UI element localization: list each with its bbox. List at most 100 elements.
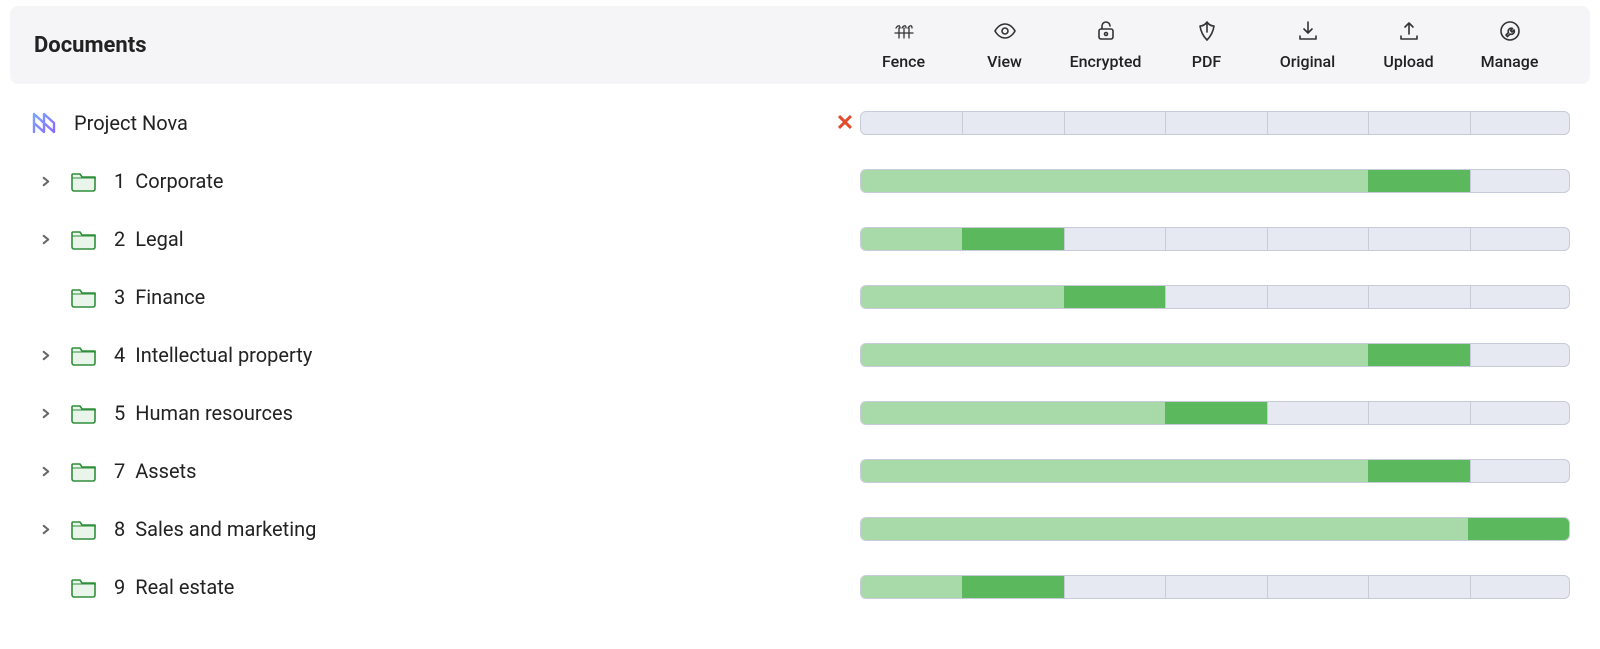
item-name[interactable]: 5 Human resources bbox=[114, 401, 293, 425]
expand-toggle[interactable] bbox=[36, 346, 54, 364]
upload-tray-icon bbox=[1397, 19, 1421, 48]
item-label: Real estate bbox=[135, 575, 234, 599]
perm-segment-light bbox=[861, 576, 962, 598]
tree-row[interactable]: 9 Real estate bbox=[10, 558, 1590, 616]
expand-toggle[interactable] bbox=[36, 404, 54, 422]
item-label: Intellectual property bbox=[135, 343, 312, 367]
item-name[interactable]: 4 Intellectual property bbox=[114, 343, 312, 367]
perm-segment-light bbox=[861, 518, 1468, 540]
perm-segment-dark bbox=[1165, 402, 1266, 424]
tree-row[interactable]: 3 Finance bbox=[10, 268, 1590, 326]
column-label: Original bbox=[1280, 52, 1336, 71]
perm-segment-dark bbox=[962, 576, 1063, 598]
folder-icon bbox=[70, 283, 98, 311]
perm-segment-light bbox=[861, 228, 962, 250]
folder-icon bbox=[70, 399, 98, 427]
folder-icon bbox=[70, 573, 98, 601]
tree-row[interactable]: 7 Assets bbox=[10, 442, 1590, 500]
item-name[interactable]: 1 Corporate bbox=[114, 169, 224, 193]
perm-segment-dark bbox=[1368, 460, 1469, 482]
column-original[interactable]: Original bbox=[1257, 19, 1358, 71]
permission-bar[interactable] bbox=[860, 227, 1570, 251]
item-label: Finance bbox=[135, 285, 205, 309]
wrench-icon bbox=[1498, 19, 1522, 48]
permission-bar[interactable] bbox=[860, 285, 1570, 309]
download-tray-icon bbox=[1296, 19, 1320, 48]
item-number: 4 bbox=[114, 343, 125, 367]
perm-segment-dark bbox=[962, 228, 1063, 250]
column-encrypted[interactable]: Encrypted bbox=[1055, 19, 1156, 71]
perm-segment-light bbox=[861, 286, 1064, 308]
item-label: Human resources bbox=[135, 401, 293, 425]
documents-header: Documents Fence View Encrypted PDF bbox=[10, 6, 1590, 84]
project-logo-icon bbox=[30, 109, 58, 137]
column-label: View bbox=[987, 52, 1022, 71]
perm-segment-dark bbox=[1368, 344, 1469, 366]
item-number: 3 bbox=[114, 285, 125, 309]
folder-icon bbox=[70, 457, 98, 485]
item-number: 7 bbox=[114, 459, 125, 483]
fence-icon bbox=[892, 19, 916, 48]
item-name[interactable]: 8 Sales and marketing bbox=[114, 517, 316, 541]
lock-icon bbox=[1094, 19, 1118, 48]
item-name[interactable]: 3 Finance bbox=[114, 285, 205, 309]
item-label: Sales and marketing bbox=[135, 517, 316, 541]
item-label: Legal bbox=[135, 227, 183, 251]
expand-toggle[interactable] bbox=[36, 462, 54, 480]
column-label: Upload bbox=[1383, 52, 1433, 71]
item-name[interactable]: 9 Real estate bbox=[114, 575, 234, 599]
tree-row[interactable]: 4 Intellectual property bbox=[10, 326, 1590, 384]
column-label: PDF bbox=[1192, 52, 1221, 71]
permission-bar[interactable] bbox=[860, 517, 1570, 541]
item-label: Corporate bbox=[135, 169, 223, 193]
perm-segment-light bbox=[861, 170, 1368, 192]
permission-bar[interactable] bbox=[860, 111, 1570, 135]
column-label: Encrypted bbox=[1070, 52, 1142, 71]
page-title: Documents bbox=[20, 33, 147, 58]
permission-bar[interactable] bbox=[860, 459, 1570, 483]
perm-segment-light bbox=[861, 460, 1368, 482]
perm-segment-dark bbox=[1064, 286, 1165, 308]
column-fence[interactable]: Fence bbox=[853, 19, 954, 71]
folder-icon bbox=[70, 341, 98, 369]
permission-bar[interactable] bbox=[860, 343, 1570, 367]
item-label: Assets bbox=[135, 459, 196, 483]
tree-row[interactable]: 2 Legal bbox=[10, 210, 1590, 268]
column-pdf[interactable]: PDF bbox=[1156, 19, 1257, 71]
tree-row[interactable]: 8 Sales and marketing bbox=[10, 500, 1590, 558]
item-number: 5 bbox=[114, 401, 125, 425]
column-upload[interactable]: Upload bbox=[1358, 19, 1459, 71]
perm-segment-light bbox=[861, 402, 1165, 424]
column-manage[interactable]: Manage bbox=[1459, 19, 1560, 71]
perm-segment-light bbox=[861, 344, 1368, 366]
tree-row[interactable]: Project Nova ✕ bbox=[10, 94, 1590, 152]
item-number: 8 bbox=[114, 517, 125, 541]
item-number: 9 bbox=[114, 575, 125, 599]
permission-bar[interactable] bbox=[860, 575, 1570, 599]
pdf-icon bbox=[1195, 19, 1219, 48]
item-label: Project Nova bbox=[74, 111, 188, 135]
expand-toggle[interactable] bbox=[36, 230, 54, 248]
column-label: Fence bbox=[882, 52, 925, 71]
permission-bar[interactable] bbox=[860, 401, 1570, 425]
denied-icon: ✕ bbox=[830, 111, 860, 136]
permission-bar[interactable] bbox=[860, 169, 1570, 193]
item-number: 1 bbox=[114, 169, 125, 193]
tree-row[interactable]: 1 Corporate bbox=[10, 152, 1590, 210]
item-number: 2 bbox=[114, 227, 125, 251]
item-name[interactable]: Project Nova bbox=[74, 111, 188, 135]
folder-icon bbox=[70, 167, 98, 195]
expand-toggle[interactable] bbox=[36, 520, 54, 538]
folder-icon bbox=[70, 515, 98, 543]
item-name[interactable]: 7 Assets bbox=[114, 459, 196, 483]
eye-icon bbox=[993, 19, 1017, 48]
permission-columns: Fence View Encrypted PDF Original bbox=[853, 19, 1580, 71]
item-name[interactable]: 2 Legal bbox=[114, 227, 184, 251]
column-label: Manage bbox=[1481, 52, 1539, 71]
tree-row[interactable]: 5 Human resources bbox=[10, 384, 1590, 442]
column-view[interactable]: View bbox=[954, 19, 1055, 71]
perm-segment-dark bbox=[1368, 170, 1469, 192]
perm-segment-dark bbox=[1468, 518, 1569, 540]
folder-icon bbox=[70, 225, 98, 253]
expand-toggle[interactable] bbox=[36, 172, 54, 190]
